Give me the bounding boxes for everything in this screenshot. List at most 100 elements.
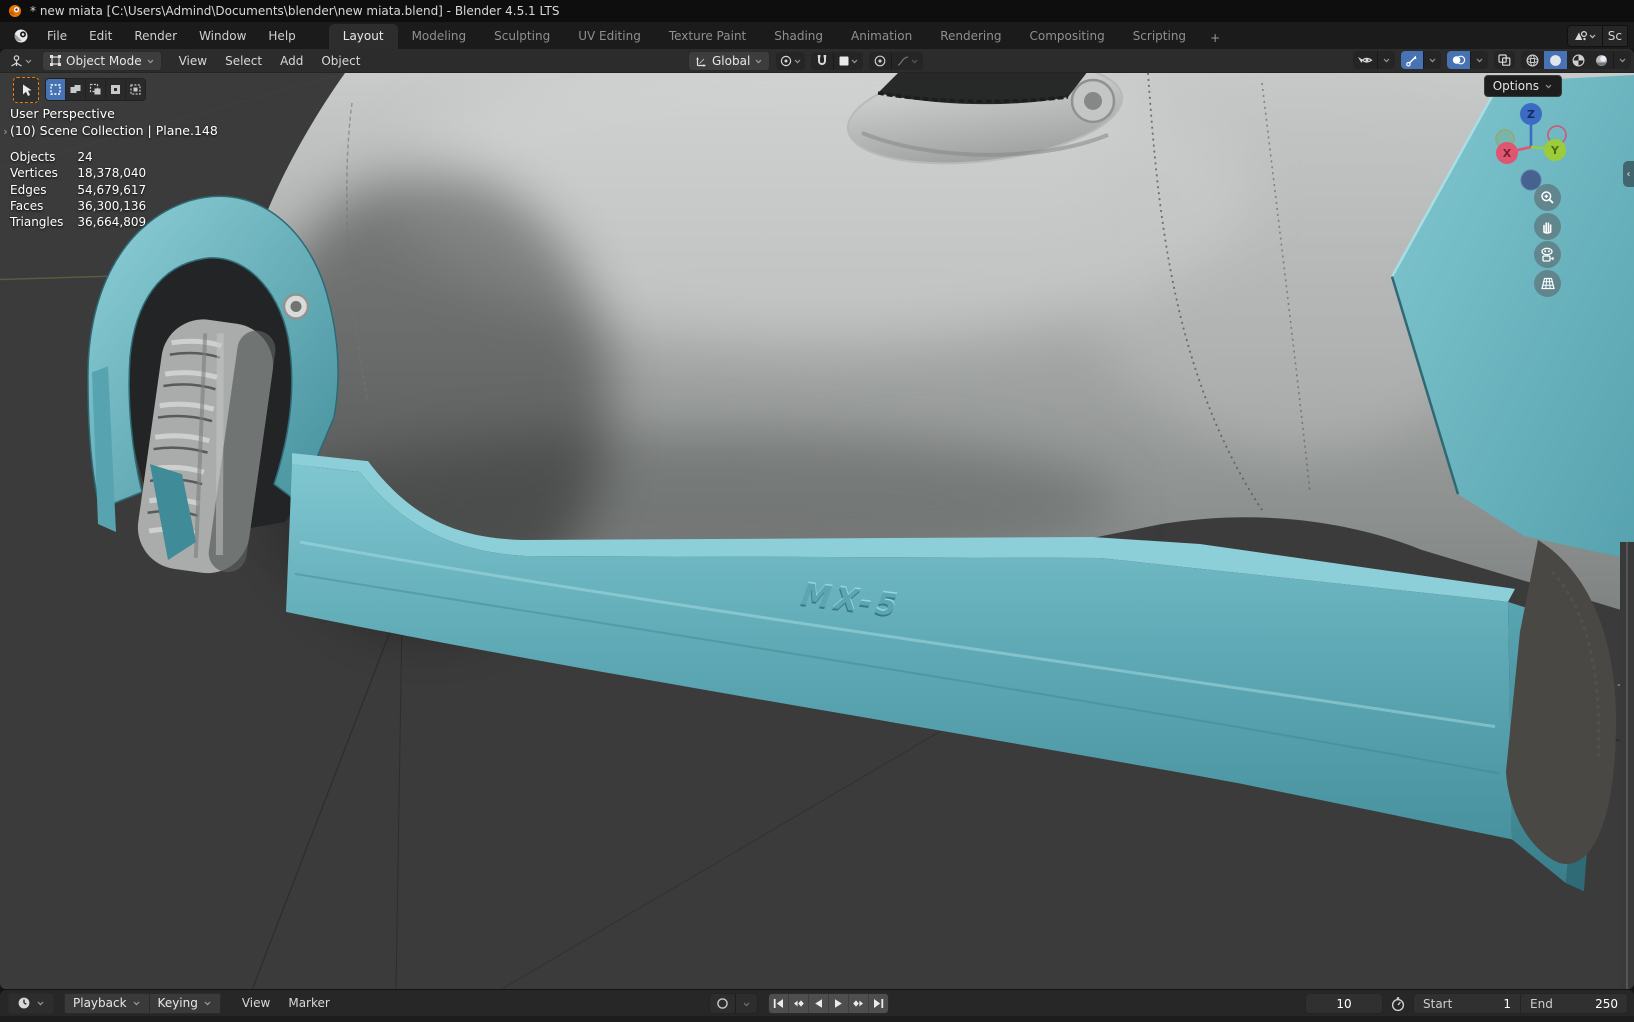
workspace-tabs: Layout Modeling Sculpting UV Editing Tex… [329,22,1230,49]
tab-compositing[interactable]: Compositing [1015,24,1118,49]
tab-shading[interactable]: Shading [760,24,837,49]
snap-toggle[interactable] [811,52,833,70]
menu-select[interactable]: Select [216,52,271,70]
shading-dropdown[interactable] [1614,51,1631,69]
chevron-down-icon [910,57,919,65]
timeline-menu-view[interactable]: View [233,994,279,1012]
show-overlays-toggle[interactable] [1447,51,1470,69]
tab-sculpting[interactable]: Sculpting [480,24,564,49]
select-mode-subtract[interactable] [86,79,106,100]
jump-to-end-button[interactable] [869,994,888,1013]
tab-rendering[interactable]: Rendering [926,24,1015,49]
view-perspective-label: User Perspective [10,105,218,122]
menu-render[interactable]: Render [123,25,188,47]
orientation-icon [695,55,708,68]
tab-layout[interactable]: Layout [329,24,398,49]
auto-keyframe-dropdown[interactable] [736,994,757,1013]
playback-keying-group: Playback Keying [64,993,221,1014]
blender-logo-icon[interactable] [10,28,32,44]
chevron-down-icon [132,999,141,1007]
auto-keyframe-toggle[interactable] [710,994,735,1013]
options-button[interactable]: Options [1484,75,1562,97]
frame-range-group: Start 1 End 250 [1413,993,1628,1014]
shading-rendered-button[interactable] [1590,51,1613,69]
timeline-editor[interactable]: Playback Keying View Marker [0,990,1634,1022]
shading-solid-button[interactable] [1544,51,1567,69]
next-keyframe-button[interactable] [849,994,869,1013]
timeline-track-area[interactable] [0,1016,1634,1022]
add-workspace-button[interactable]: + [1200,27,1230,49]
mode-dropdown[interactable]: Object Mode [42,51,162,71]
current-frame-field[interactable]: 10 [1305,993,1383,1014]
object-visibility-dropdown[interactable] [1353,51,1395,69]
pan-button[interactable] [1534,213,1561,240]
orientation-dropdown[interactable]: Global [688,51,770,71]
menu-window[interactable]: Window [188,25,257,47]
tab-modeling[interactable]: Modeling [398,24,481,49]
tab-animation[interactable]: Animation [837,24,926,49]
menu-add[interactable]: Add [271,52,312,70]
show-gizmos-toggle[interactable] [1401,51,1423,69]
menu-edit[interactable]: Edit [78,25,123,47]
gizmo-arrow-icon [1405,53,1419,67]
visibility-eye-icon [1357,53,1373,67]
use-preview-range-button[interactable] [1390,996,1406,1012]
3d-viewport[interactable]: Object Mode View Select Add Object Globa… [0,49,1634,989]
zoom-button[interactable] [1534,184,1561,211]
snap-target-dropdown[interactable] [834,52,863,70]
menu-view[interactable]: View [170,52,216,70]
pivot-icon [779,54,793,68]
pivot-point-dropdown[interactable] [776,52,805,70]
top-bar: File Edit Render Window Help Layout Mode… [0,22,1634,49]
select-mode-intersect[interactable] [126,79,145,100]
menu-file[interactable]: File [36,25,78,47]
navigation-gizmo[interactable]: Z X Y [1490,101,1574,197]
toolbar-expand-arrow[interactable]: › [0,120,11,142]
tab-texture-paint[interactable]: Texture Paint [655,24,760,49]
active-tool-button[interactable] [13,77,39,103]
chevron-down-icon [36,999,45,1007]
chevron-down-icon [1588,32,1597,40]
select-mode-set[interactable] [46,79,66,100]
active-object-context: (10) Scene Collection | Plane.148 [10,122,218,139]
stopwatch-icon [1390,996,1406,1012]
camera-view-button[interactable] [1534,241,1561,268]
sidebar-collapse-arrow[interactable]: ‹ [1623,161,1634,187]
overlays-dropdown[interactable] [1471,51,1488,69]
xray-toggle[interactable] [1494,51,1515,69]
keying-dropdown[interactable]: Keying [149,993,221,1014]
timeline-editor-type[interactable] [8,993,54,1014]
svg-text:Z: Z [1527,108,1535,121]
tab-uv-editing[interactable]: UV Editing [564,24,655,49]
timeline-menu-marker[interactable]: Marker [279,994,338,1012]
wireframe-sphere-icon [1525,53,1540,68]
svg-text:X: X [1503,147,1512,160]
shading-material-button[interactable] [1567,51,1590,69]
proportional-edit-toggle[interactable] [869,52,891,70]
solid-sphere-icon [1548,53,1563,68]
scene-name[interactable]: Sc [1603,26,1627,46]
editor-type-dropdown[interactable] [6,52,36,70]
playback-dropdown[interactable]: Playback [64,993,149,1014]
frame-start-field[interactable]: Start 1 [1414,994,1520,1013]
menu-object[interactable]: Object [312,52,369,70]
jump-to-start-button[interactable] [769,994,789,1013]
previous-keyframe-button[interactable] [789,994,809,1013]
scene-selector[interactable]: Sc [1567,25,1628,47]
play-button[interactable] [829,994,849,1013]
tab-scripting[interactable]: Scripting [1119,24,1200,49]
select-mode-invert[interactable] [106,79,126,100]
viewport-canvas[interactable]: MX-5 MX-5 MX-5 [0,73,1634,989]
shading-mode-group [1521,51,1631,69]
proportional-falloff-dropdown[interactable] [892,52,923,70]
shading-wireframe-button[interactable] [1521,51,1544,69]
chevron-down-icon [1428,56,1437,64]
frame-end-field[interactable]: End 250 [1521,994,1627,1013]
select-mode-extend[interactable] [66,79,86,100]
gizmos-dropdown[interactable] [1424,51,1441,69]
chevron-down-icon [1382,56,1391,64]
perspective-toggle-button[interactable] [1534,270,1561,297]
menu-help[interactable]: Help [257,25,306,47]
orientation-label: Global [712,54,750,68]
play-reverse-button[interactable] [809,994,829,1013]
